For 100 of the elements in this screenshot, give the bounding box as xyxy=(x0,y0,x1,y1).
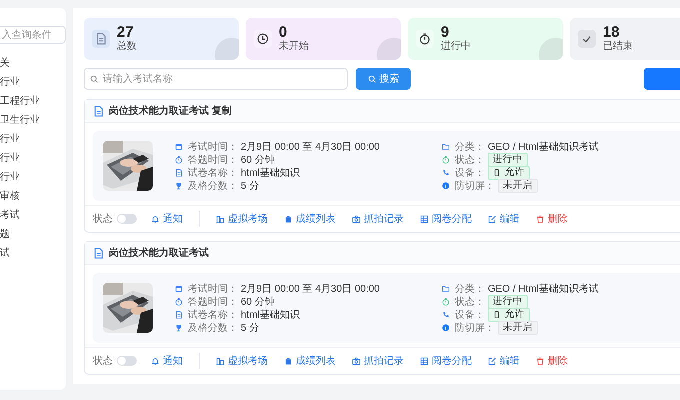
action-link[interactable]: 删除 xyxy=(536,354,568,368)
action-link[interactable]: 编辑 xyxy=(488,354,520,368)
action-link[interactable]: 抓拍记录 xyxy=(352,212,404,226)
phone-icon xyxy=(492,168,501,176)
action-link[interactable]: 通知 xyxy=(151,212,183,226)
status-toggle[interactable] xyxy=(117,214,137,224)
status-tag: 允许 xyxy=(488,308,530,322)
bell-icon xyxy=(151,214,160,224)
action-link[interactable]: 成绩列表 xyxy=(284,354,336,368)
field-value: 2月9日 00:00 至 4月30日 00:00 xyxy=(241,140,380,154)
field-label: 答题时间： xyxy=(188,296,238,308)
search-icon xyxy=(368,74,376,84)
calendar-icon xyxy=(175,284,183,292)
stat-label: 总数 xyxy=(117,41,137,53)
status-tag: 进行中 xyxy=(488,152,528,166)
field-label: 考试时间： xyxy=(188,282,238,296)
trash-icon xyxy=(536,356,545,366)
field-value: 60 分钟 xyxy=(241,154,275,166)
document-icon xyxy=(175,310,183,318)
grid-icon xyxy=(420,214,429,224)
status-tag: 允许 xyxy=(488,166,530,180)
stat-label: 未开始 xyxy=(279,41,309,53)
tree-item[interactable]: 试 xyxy=(0,244,66,263)
phone-icon xyxy=(442,310,450,318)
phone-icon xyxy=(492,310,501,318)
document-icon xyxy=(93,106,104,116)
action-link[interactable]: 虚拟考场 xyxy=(216,212,268,226)
action-link[interactable]: 编辑 xyxy=(488,212,520,226)
field-value: 5 分 xyxy=(241,180,260,192)
status-tag: 进行中 xyxy=(488,294,528,308)
field-label: 分类： xyxy=(454,282,485,296)
field-value: 2月9日 00:00 至 4月30日 00:00 xyxy=(241,282,380,296)
field-label: 状态： xyxy=(454,296,485,308)
status-label: 状态 xyxy=(93,212,113,226)
search-field[interactable]: 请输入考试名称 xyxy=(84,68,348,90)
stopwatch-icon xyxy=(442,298,450,306)
folder-icon xyxy=(442,142,450,150)
stat-value: 9 xyxy=(441,25,450,41)
camera-icon xyxy=(352,356,361,366)
action-link[interactable]: 成绩列表 xyxy=(284,212,336,226)
edit-icon xyxy=(488,214,497,224)
status-toggle[interactable] xyxy=(117,356,137,366)
tree-item[interactable]: 关 xyxy=(0,54,66,73)
tree-item[interactable]: 考试 xyxy=(0,206,66,225)
tree-item[interactable]: 卫生行业 xyxy=(0,111,66,130)
info-icon xyxy=(442,182,450,190)
grid-icon xyxy=(420,356,429,366)
stopwatch-icon xyxy=(442,156,450,164)
field-label: 防切屏： xyxy=(454,322,495,334)
status-label: 状态 xyxy=(93,354,113,368)
clock-icon xyxy=(257,33,269,45)
field-label: 试卷名称： xyxy=(188,166,238,180)
building-icon xyxy=(216,356,225,366)
stat-label: 已结束 xyxy=(603,41,633,53)
phone-icon xyxy=(442,168,450,176)
field-label: 设备： xyxy=(454,166,485,180)
tree-item[interactable]: 审核 xyxy=(0,187,66,206)
stopwatch-icon xyxy=(419,33,431,45)
field-value: html基础知识 xyxy=(241,166,300,180)
folder-icon xyxy=(442,284,450,292)
search-field[interactable]: 入查询条件 xyxy=(0,26,66,44)
action-link[interactable]: 通知 xyxy=(151,354,183,368)
stat-value: 18 xyxy=(603,25,620,41)
tree-item[interactable]: 行业 xyxy=(0,168,66,187)
field-label: 分类： xyxy=(454,140,485,154)
tree-item[interactable]: 行业 xyxy=(0,73,66,92)
field-label: 状态： xyxy=(454,154,485,166)
document-icon xyxy=(175,168,183,176)
tree-item[interactable]: 题 xyxy=(0,225,66,244)
field-label: 答题时间： xyxy=(188,154,238,166)
tree-item[interactable]: 行业 xyxy=(0,149,66,168)
camera-icon xyxy=(352,214,361,224)
action-link[interactable]: 阅卷分配 xyxy=(420,354,472,368)
action-link[interactable]: 阅卷分配 xyxy=(420,212,472,226)
trophy-icon xyxy=(175,324,183,332)
search-button[interactable]: 搜索 xyxy=(356,68,411,90)
tree-item[interactable]: 行业 xyxy=(0,130,66,149)
bell-icon xyxy=(151,356,160,366)
exam-title: 岗位技术能力取证考试 xyxy=(109,246,209,260)
status-tag: 未开启 xyxy=(498,320,538,334)
exam-title: 岗位技术能力取证考试 复制 xyxy=(109,104,232,118)
field-label: 试卷名称： xyxy=(188,308,238,322)
document-icon xyxy=(93,248,104,258)
status-tag: 未开启 xyxy=(498,178,538,192)
edit-icon xyxy=(488,356,497,366)
field-value: 60 分钟 xyxy=(241,296,275,308)
stopwatch-icon xyxy=(175,298,183,306)
action-link[interactable]: 删除 xyxy=(536,212,568,226)
action-link[interactable]: 虚拟考场 xyxy=(216,354,268,368)
tree-item[interactable]: 工程行业 xyxy=(0,92,66,111)
field-value: html基础知识 xyxy=(241,308,300,322)
field-value: 5 分 xyxy=(241,322,260,334)
field-label: 设备： xyxy=(454,308,485,322)
stopwatch-icon xyxy=(175,156,183,164)
document-icon xyxy=(95,33,107,45)
field-label: 及格分数： xyxy=(188,180,238,192)
action-link[interactable]: 抓拍记录 xyxy=(352,354,404,368)
field-value: GEO / Html基础知识考试 xyxy=(488,140,600,154)
info-icon xyxy=(442,324,450,332)
add-button[interactable] xyxy=(644,68,680,90)
